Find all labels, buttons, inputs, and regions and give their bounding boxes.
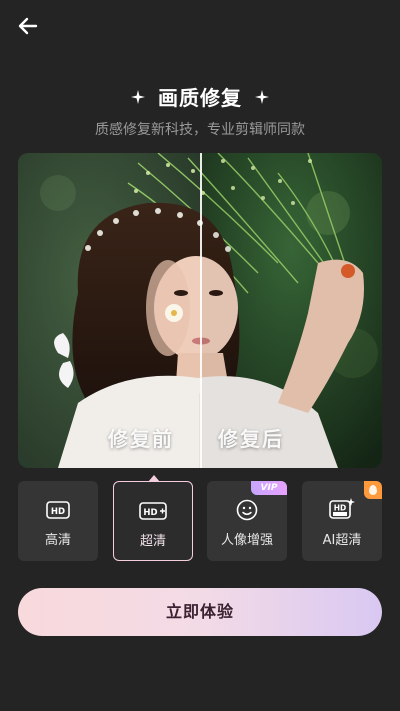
before-label: 修复前 <box>108 427 174 451</box>
hero-title-row: 画质修复 <box>0 82 400 111</box>
hd-icon: HD <box>46 501 70 519</box>
back-button[interactable] <box>14 12 42 40</box>
mode-label: AI超清 <box>322 533 362 548</box>
after-label: 修复后 <box>218 427 284 451</box>
page-title: 画质修复 <box>158 86 242 110</box>
svg-text:HD: HD <box>334 504 347 513</box>
mode-ai-ultra-hd[interactable]: HD AI超清 <box>302 481 382 561</box>
enhance-mode-selector: HD 高清 HD 超清 VIP 人像增强 HD AI超清 <box>18 475 382 561</box>
arrow-left-icon <box>18 17 38 35</box>
hd-plus-icon: HD <box>139 502 167 520</box>
smile-face-icon <box>236 499 258 521</box>
mode-label: 高清 <box>44 533 71 548</box>
sparkle-icon <box>255 89 270 104</box>
hd-ultra-sparkle-icon: HD <box>329 498 355 519</box>
selection-pointer <box>148 475 160 482</box>
sparkle-icon <box>130 89 145 104</box>
vip-badge: VIP <box>251 481 287 495</box>
mode-label: 人像增强 <box>220 533 273 548</box>
mode-hd[interactable]: HD 高清 <box>18 481 98 561</box>
compare-divider[interactable] <box>200 153 202 468</box>
svg-text:HD: HD <box>51 507 65 517</box>
mode-label: 超清 <box>139 534 166 549</box>
hot-badge-icon <box>364 481 382 499</box>
mode-ultra-hd[interactable]: HD 超清 <box>113 475 193 561</box>
before-after-preview[interactable]: 修复前 修复后 <box>18 153 382 468</box>
mode-portrait-enhance[interactable]: VIP 人像增强 <box>207 481 287 561</box>
svg-text:HD: HD <box>143 508 157 518</box>
try-now-button[interactable]: 立即体验 <box>18 588 382 636</box>
page-subtitle: 质感修复新科技，专业剪辑师同款 <box>95 122 305 138</box>
